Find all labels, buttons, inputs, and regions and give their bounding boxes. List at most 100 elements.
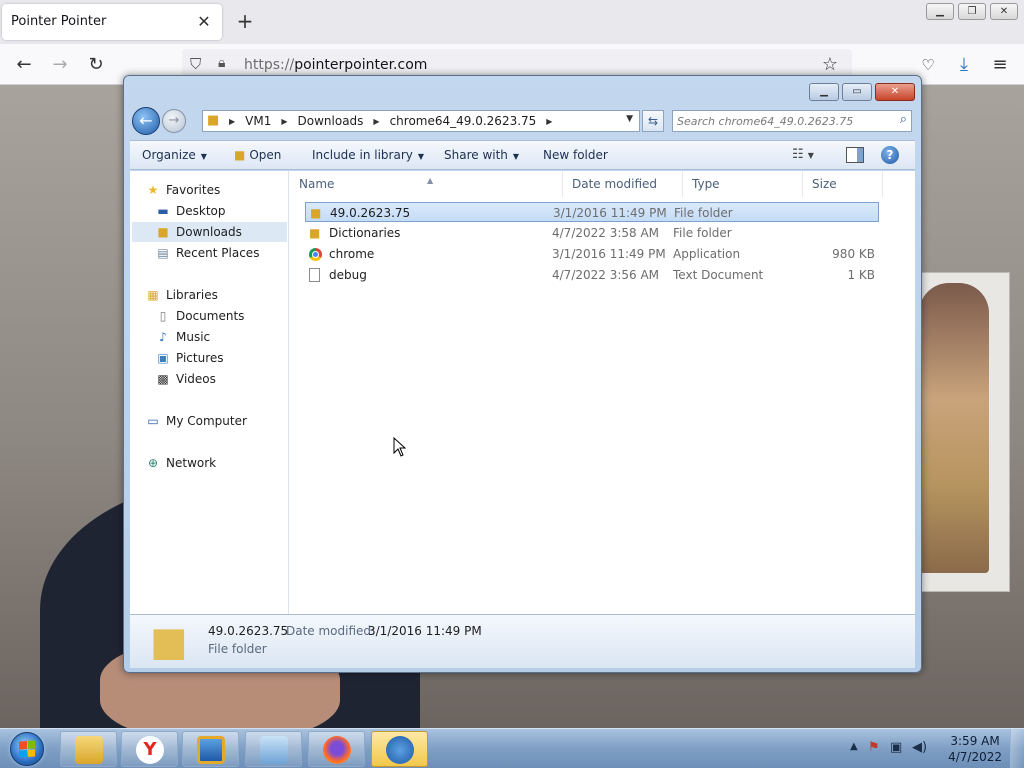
breadcrumb-arrow-icon[interactable]: ▶ bbox=[546, 117, 552, 126]
file-date: 3/1/2016 11:49 PM bbox=[552, 247, 666, 261]
command-bar: Organize ▼ ■ Open Include in library ▼ Shar… bbox=[130, 140, 915, 170]
explorer-minimize-icon[interactable]: ▁ bbox=[809, 83, 839, 101]
network-status-icon[interactable]: ▣ bbox=[890, 740, 902, 755]
explorer-window: ▁ ▭ ✕ ← → ■ ▶ VM1 ▶ Downloads ▶ chrome64… bbox=[123, 75, 922, 673]
taskbar-app-blue[interactable] bbox=[182, 731, 239, 767]
address-bar[interactable]: ■ ▶ VM1 ▶ Downloads ▶ chrome64_49.0.2623… bbox=[202, 110, 640, 132]
lock-icon[interactable]: 🔒︎ bbox=[218, 55, 225, 71]
file-type: File folder bbox=[673, 226, 732, 240]
address-dropdown-icon[interactable]: ▼ bbox=[626, 114, 633, 124]
breadcrumb-downloads[interactable]: Downloads bbox=[298, 114, 364, 128]
menu-icon[interactable]: ≡ bbox=[988, 53, 1012, 77]
nav-my-computer[interactable]: ▭ My Computer bbox=[144, 411, 299, 431]
explorer-close-icon[interactable]: ✕ bbox=[875, 83, 915, 101]
nav-recent-places[interactable]: ▤ Recent Places bbox=[154, 243, 309, 263]
column-header-date[interactable]: Date modified bbox=[563, 171, 683, 197]
close-icon[interactable]: ✕ bbox=[990, 3, 1018, 20]
new-tab-icon[interactable]: + bbox=[234, 10, 256, 32]
breadcrumb: ▶ VM1 ▶ Downloads ▶ chrome64_49.0.2623.7… bbox=[227, 114, 562, 128]
taskbar-explorer[interactable] bbox=[60, 731, 117, 767]
taskbar-active-app[interactable] bbox=[371, 731, 428, 767]
explorer-window-controls: ▁ ▭ ✕ bbox=[809, 83, 915, 101]
file-type: Text Document bbox=[673, 268, 764, 282]
minimize-icon[interactable]: ▁ bbox=[926, 3, 954, 20]
taskbar-control-panel[interactable] bbox=[245, 731, 302, 767]
network-globe-icon bbox=[386, 736, 414, 764]
column-header-type[interactable]: Type bbox=[683, 171, 803, 197]
control-panel-icon bbox=[260, 736, 288, 764]
nav-libraries[interactable]: ▦ Libraries bbox=[144, 285, 299, 305]
preview-pane-icon[interactable] bbox=[846, 147, 864, 163]
explorer-back-icon[interactable]: ← bbox=[132, 107, 160, 135]
nav-network[interactable]: ⊕ Network bbox=[144, 453, 299, 473]
details-date: 3/1/2016 11:49 PM bbox=[368, 624, 482, 638]
file-row[interactable]: chrome 3/1/2016 11:49 PM Application 980… bbox=[305, 244, 879, 264]
file-type: File folder bbox=[674, 206, 733, 220]
large-folder-icon: ■ bbox=[150, 619, 188, 665]
back-arrow-icon[interactable]: ← bbox=[12, 53, 36, 77]
taskbar-firefox[interactable] bbox=[308, 731, 365, 767]
forward-arrow-icon[interactable]: → bbox=[48, 53, 72, 77]
reload-icon[interactable]: ↻ bbox=[84, 53, 108, 77]
show-desktop-button[interactable] bbox=[1010, 729, 1024, 768]
organize-button[interactable]: Organize ▼ bbox=[142, 148, 207, 162]
url-text[interactable]: https://pointerpointer.com bbox=[244, 57, 427, 73]
tab-title: Pointer Pointer bbox=[11, 14, 107, 29]
search-input[interactable] bbox=[677, 113, 887, 129]
details-pane: ■ 49.0.2623.75 Date modified: 3/1/2016 1… bbox=[130, 614, 915, 668]
include-in-library-button[interactable]: Include in library ▼ bbox=[312, 148, 424, 162]
share-with-button[interactable]: Share with ▼ bbox=[444, 148, 519, 162]
help-icon[interactable]: ? bbox=[881, 146, 899, 164]
clock[interactable]: 3:59 AM 4/7/2022 bbox=[948, 733, 1002, 765]
taskbar-yandex[interactable]: Y bbox=[121, 731, 178, 767]
nav-music[interactable]: ♪ Music bbox=[154, 327, 309, 347]
nav-pictures[interactable]: ▣ Pictures bbox=[154, 348, 309, 368]
breadcrumb-current-folder[interactable]: chrome64_49.0.2623.75 bbox=[390, 114, 537, 128]
nav-favorites[interactable]: ★ Favorites bbox=[144, 180, 299, 200]
breadcrumb-arrow-icon[interactable]: ▶ bbox=[281, 117, 287, 126]
open-button[interactable]: ■ Open bbox=[234, 148, 281, 162]
explorer-refresh-icon[interactable]: ⇆ bbox=[642, 110, 664, 132]
restore-icon[interactable]: ❐ bbox=[958, 3, 986, 20]
network-icon: ⊕ bbox=[147, 456, 159, 470]
address-row: ← → ■ ▶ VM1 ▶ Downloads ▶ chrome64_49.0.… bbox=[130, 106, 915, 136]
tab-close-icon[interactable]: ✕ bbox=[194, 12, 214, 32]
breadcrumb-arrow-icon[interactable]: ▶ bbox=[229, 117, 235, 126]
file-row[interactable]: ■ Dictionaries 4/7/2022 3:58 AM File fol… bbox=[305, 223, 879, 243]
system-tray: ▲ ⚑ ▣ ◀) 3:59 AM 4/7/2022 bbox=[844, 729, 1024, 768]
explorer-forward-icon[interactable]: → bbox=[162, 109, 186, 133]
explorer-maximize-icon[interactable]: ▭ bbox=[842, 83, 872, 101]
start-button[interactable] bbox=[4, 729, 50, 768]
browser-tab[interactable]: Pointer Pointer ✕ bbox=[2, 4, 222, 40]
nav-documents[interactable]: ▯ Documents bbox=[154, 306, 309, 326]
file-row[interactable]: ■ 49.0.2623.75 3/1/2016 11:49 PM File fo… bbox=[305, 202, 879, 222]
star-icon: ★ bbox=[147, 183, 159, 197]
details-type: File folder bbox=[208, 642, 267, 656]
breadcrumb-vm1[interactable]: VM1 bbox=[245, 114, 271, 128]
clock-date: 4/7/2022 bbox=[948, 750, 1002, 764]
downloads-folder-icon: ■ bbox=[157, 225, 169, 239]
bookmark-star-icon[interactable]: ☆ bbox=[822, 54, 838, 75]
file-row[interactable]: debug 4/7/2022 3:56 AM Text Document 1 K… bbox=[305, 265, 879, 285]
search-icon[interactable]: ⌕ bbox=[900, 112, 907, 127]
taskbar: Y ▲ ⚑ ▣ ◀) 3:59 AM 4/7/2022 bbox=[0, 728, 1024, 768]
column-header-name[interactable]: Name ▲ bbox=[290, 171, 563, 197]
change-view-icon[interactable]: ☷ ▼ bbox=[792, 147, 814, 162]
file-name: 49.0.2623.75 bbox=[330, 206, 411, 220]
nav-downloads[interactable]: ■ Downloads bbox=[132, 222, 287, 242]
pocket-icon[interactable]: ♡ bbox=[916, 53, 940, 77]
show-hidden-icons-icon[interactable]: ▲ bbox=[850, 741, 858, 752]
volume-icon[interactable]: ◀) bbox=[912, 740, 927, 755]
download-icon[interactable]: ⤓ bbox=[952, 53, 976, 77]
tracking-shield-icon[interactable]: ⛉ bbox=[190, 55, 201, 73]
file-explorer-icon bbox=[75, 736, 103, 764]
action-center-flag-icon[interactable]: ⚑ bbox=[868, 740, 880, 755]
breadcrumb-arrow-icon[interactable]: ▶ bbox=[373, 117, 379, 126]
new-folder-button[interactable]: New folder bbox=[543, 148, 608, 162]
url-host: pointerpointer.com bbox=[294, 57, 428, 73]
search-box[interactable]: ⌕ bbox=[672, 110, 912, 132]
column-header-size[interactable]: Size bbox=[803, 171, 883, 197]
address-folder-icon: ■ bbox=[207, 113, 220, 128]
nav-desktop[interactable]: ▬ Desktop bbox=[154, 201, 309, 221]
nav-videos[interactable]: ▩ Videos bbox=[154, 369, 309, 389]
